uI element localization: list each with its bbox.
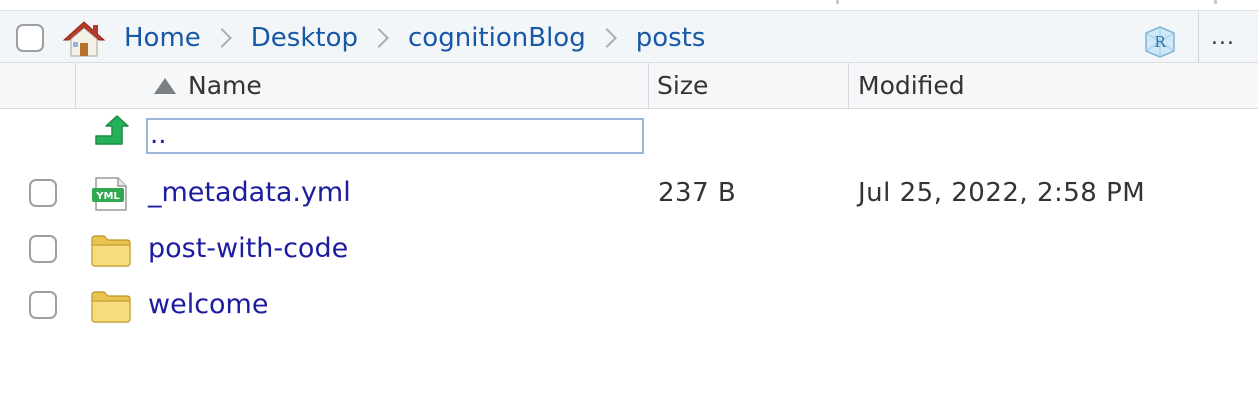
file-size: 237 B <box>658 178 737 208</box>
column-header: Name Size Modified <box>0 63 1258 109</box>
column-name-header[interactable]: Name <box>75 63 648 108</box>
folder-name-link[interactable]: post-with-code <box>148 221 348 277</box>
file-row[interactable]: welcome <box>0 277 1258 333</box>
resize-tick <box>1214 0 1217 4</box>
file-name-link[interactable]: _metadata.yml <box>148 165 351 221</box>
column-size-header[interactable]: Size <box>648 63 848 108</box>
breadcrumb-desktop[interactable]: Desktop <box>251 23 358 53</box>
row-checkbox[interactable] <box>29 235 57 263</box>
breadcrumb-cognitionblog[interactable]: cognitionBlog <box>408 23 586 53</box>
select-all-checkbox[interactable] <box>16 24 44 52</box>
file-row[interactable]: post-with-code <box>0 221 1258 277</box>
column-size-label: Size <box>657 71 709 100</box>
r-project-icon[interactable]: R <box>1140 25 1180 59</box>
file-browser: Home Desktop cognitionBlog posts R ... N… <box>0 0 1258 402</box>
chevron-right-icon <box>596 28 617 48</box>
folder-icon <box>91 235 131 267</box>
breadcrumb-posts[interactable]: posts <box>636 23 706 53</box>
chevron-right-icon <box>211 28 232 48</box>
home-icon[interactable] <box>62 19 106 59</box>
more-options-button[interactable]: ... <box>1210 25 1236 51</box>
top-strip <box>0 0 1258 10</box>
resize-tick <box>836 0 839 4</box>
column-name-label: Name <box>188 71 262 100</box>
chevron-right-icon <box>369 28 389 48</box>
column-modified-header[interactable]: Modified <box>848 63 1258 108</box>
svg-text:R: R <box>1154 33 1166 51</box>
svg-text:YML: YML <box>95 191 120 202</box>
breadcrumb-home[interactable]: Home <box>124 23 201 53</box>
column-modified-label: Modified <box>858 71 965 100</box>
folder-name-link[interactable]: welcome <box>148 277 268 333</box>
folder-icon <box>91 291 131 323</box>
row-checkbox[interactable] <box>29 291 57 319</box>
toolbar-divider <box>1198 11 1199 64</box>
yml-file-icon: YML <box>92 177 127 211</box>
file-row[interactable]: YML _metadata.yml 237 B Jul 25, 2022, 2:… <box>0 165 1258 221</box>
row-checkbox[interactable] <box>29 179 57 207</box>
breadcrumb: Home Desktop cognitionBlog posts <box>124 21 705 55</box>
up-arrow-icon <box>95 115 129 145</box>
sort-ascending-icon <box>154 77 176 94</box>
breadcrumb-bar: Home Desktop cognitionBlog posts R ... <box>0 10 1258 64</box>
parent-directory-link[interactable]: .. <box>146 118 644 154</box>
file-modified: Jul 25, 2022, 2:58 PM <box>858 178 1146 208</box>
